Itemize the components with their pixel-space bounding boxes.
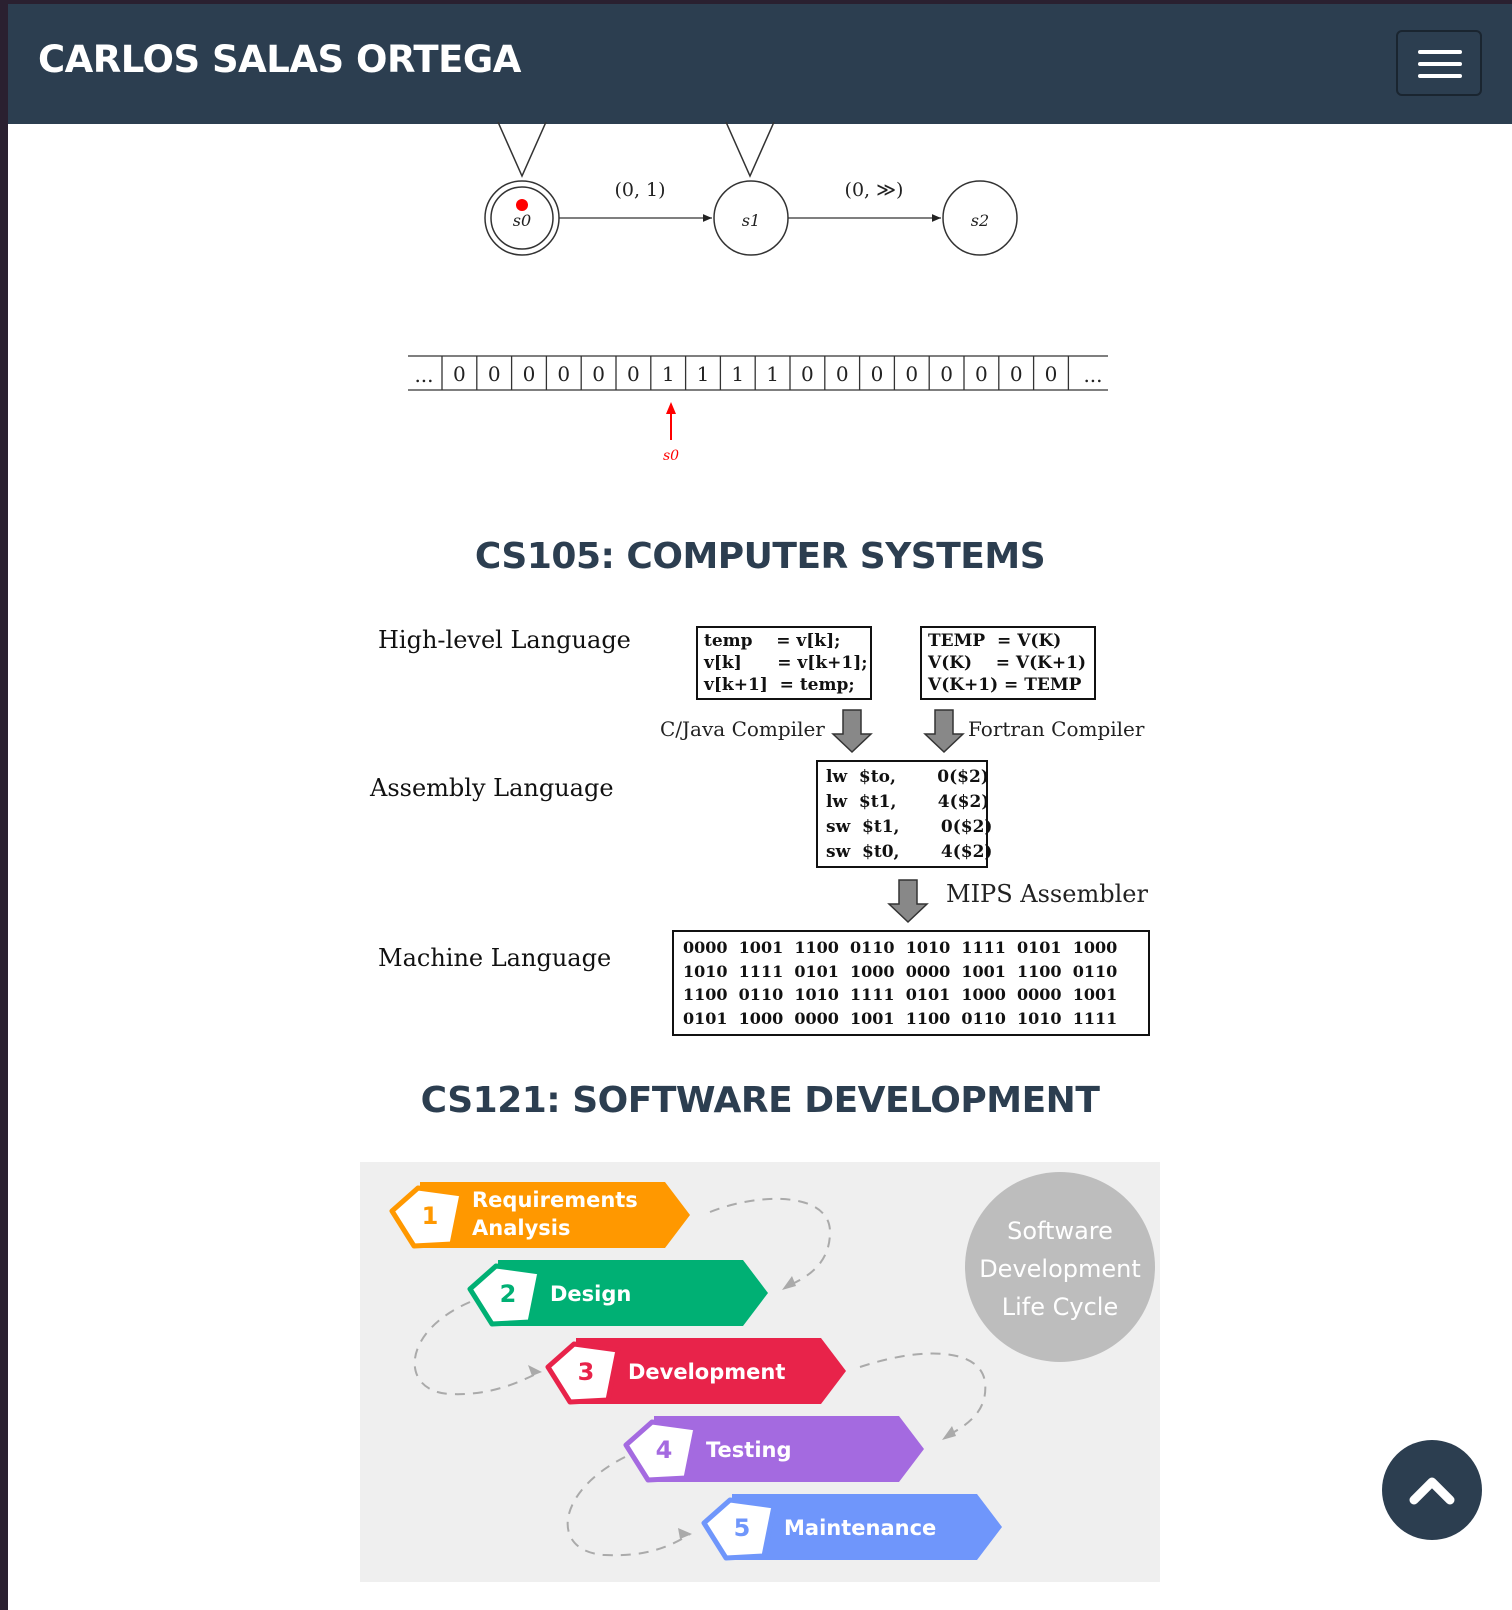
down-arrow-icon xyxy=(923,709,965,754)
tape-head-label: s0 xyxy=(663,448,679,464)
sdlc-diagram: 1 Requirements Analysis 2 Design 3 Development… xyxy=(360,1162,1160,1582)
sdlc-step-number: 2 xyxy=(500,1280,517,1308)
tape-cell: 0 xyxy=(905,362,918,386)
tape-cell: 0 xyxy=(453,362,466,386)
sdlc-step-number: 5 xyxy=(734,1514,751,1542)
tape-ellipsis-right: ... xyxy=(1083,363,1102,387)
state-s2: s2 xyxy=(942,180,1018,256)
sdlc-step-label: Design xyxy=(550,1282,631,1306)
sdlc-step-1: 1 Requirements Analysis xyxy=(389,1182,690,1249)
state-label: s2 xyxy=(971,211,989,230)
tape-ellipsis-left: ... xyxy=(414,363,433,387)
state-s1: s1 xyxy=(713,180,789,256)
tape-cell: 1 xyxy=(662,362,675,386)
edge-label: (0, 1) xyxy=(614,179,665,201)
tape-cells: 000000111100000000 xyxy=(441,356,1070,390)
level-label-machine: Machine Language xyxy=(378,944,612,972)
sdlc-step-5: 5 Maintenance xyxy=(701,1494,1002,1561)
tape-cell: 0 xyxy=(940,362,953,386)
automaton-diagram: s0 s1 s2 (0, 1) (0, ≫) xyxy=(484,122,1018,256)
sdlc-step-label: Requirements xyxy=(472,1188,638,1212)
tape-cell: 0 xyxy=(801,362,814,386)
c-compiler-label: C/Java Compiler xyxy=(660,717,825,741)
tape-cell: 0 xyxy=(975,362,988,386)
tape-cell: 0 xyxy=(1010,362,1023,386)
tape-cell: 0 xyxy=(557,362,570,386)
edge-label: (0, ≫) xyxy=(845,179,904,201)
turing-tape: ... ... 000000111100000000 s0 xyxy=(408,355,1108,464)
section-title-cs105: CS105: COMPUTER SYSTEMS xyxy=(474,536,1046,577)
code-line: v[k] = v[k+1]; xyxy=(704,653,868,673)
sdlc-step-number: 1 xyxy=(422,1202,439,1230)
sdlc-title-circle: Software Development Life Cycle xyxy=(965,1172,1155,1362)
tape-cell: 1 xyxy=(731,362,744,386)
code-line: V(K) = V(K+1) xyxy=(928,653,1087,673)
scroll-to-top-button[interactable] xyxy=(1382,1440,1482,1540)
chevron-up-icon xyxy=(1409,1477,1455,1505)
navbar: CARLOS SALAS ORTEGA xyxy=(8,4,1512,124)
tape-cell: 0 xyxy=(627,362,640,386)
mips-assembler-label: MIPS Assembler xyxy=(946,880,1148,908)
assembly-code-box: lw $to, 0($2) lw $t1, 4($2) sw $t1, 0($2… xyxy=(816,760,993,868)
machine-code-box: 0000 1001 1100 0110 1010 1111 0101 1000 … xyxy=(672,930,1150,1036)
code-line: 0000 1001 1100 0110 1010 1111 0101 1000 xyxy=(683,938,1118,957)
sdlc-step-2: 2 Design xyxy=(467,1260,768,1327)
sdlc-step-number: 4 xyxy=(656,1436,673,1464)
down-arrow-icon xyxy=(887,879,929,924)
tape-cell: 0 xyxy=(1045,362,1058,386)
code-line: 1010 1111 0101 1000 0000 1001 1100 0110 xyxy=(683,961,1118,981)
c-code-box: temp = v[k]; v[k] = v[k+1]; v[k+1] = tem… xyxy=(696,626,872,700)
level-label-assembly: Assembly Language xyxy=(370,774,614,802)
sdlc-circle-line: Life Cycle xyxy=(1002,1293,1118,1321)
tape-cell: 0 xyxy=(523,362,536,386)
self-loop-s1 xyxy=(725,122,775,178)
state-label: s0 xyxy=(513,211,531,230)
sdlc-circle-line: Development xyxy=(979,1255,1141,1283)
sdlc-step-number: 3 xyxy=(578,1358,595,1386)
state-s0: s0 xyxy=(484,180,560,256)
code-line: sw $t0, 4($2) xyxy=(826,842,993,862)
sdlc-step-label: Testing xyxy=(706,1438,792,1462)
down-arrow-icon xyxy=(831,709,873,754)
fortran-code-box: TEMP = V(K) V(K) = V(K+1) V(K+1) = TEMP xyxy=(920,626,1096,700)
tape-cell: 1 xyxy=(697,362,710,386)
code-line: sw $t1, 0($2) xyxy=(826,817,993,837)
sdlc-step-3: 3 Development xyxy=(545,1338,846,1405)
code-line: temp = v[k]; xyxy=(704,631,841,651)
sdlc-step-label: Maintenance xyxy=(784,1516,936,1540)
brand-title[interactable]: CARLOS SALAS ORTEGA xyxy=(38,38,521,81)
tape-cell: 0 xyxy=(592,362,605,386)
sdlc-graphic: 1 Requirements Analysis 2 Design 3 Development… xyxy=(389,1172,1155,1561)
fortran-compiler-label: Fortran Compiler xyxy=(968,717,1145,741)
code-line: lw $t1, 4($2) xyxy=(826,792,990,812)
self-loop-s0 xyxy=(497,122,547,178)
tape-cell: 0 xyxy=(871,362,884,386)
sdlc-step-4: 4 Testing xyxy=(623,1416,924,1483)
code-line: 1100 0110 1010 1111 0101 1000 0000 1001 xyxy=(683,985,1118,1004)
tape-cell: 0 xyxy=(488,362,501,386)
code-line: V(K+1) = TEMP xyxy=(928,675,1082,695)
code-line: lw $to, 0($2) xyxy=(826,767,989,787)
sdlc-step-label: Analysis xyxy=(472,1216,570,1240)
page: CARLOS SALAS ORTEGA s0 s1 s2 (0, 1) (0, … xyxy=(8,4,1512,1610)
tape-cell: 1 xyxy=(766,362,779,386)
code-line: 0101 1000 0000 1001 1100 0110 1010 1111 xyxy=(683,1008,1118,1028)
code-line: TEMP = V(K) xyxy=(928,631,1062,651)
level-label-high: High-level Language xyxy=(378,626,631,654)
tape-head-arrowhead xyxy=(666,402,676,414)
menu-toggle-button[interactable] xyxy=(1396,30,1482,96)
state-label: s1 xyxy=(742,211,760,230)
tape-cell: 0 xyxy=(836,362,849,386)
head-dot xyxy=(516,199,528,211)
sdlc-circle-line: Software xyxy=(1007,1217,1113,1245)
sdlc-step-label: Development xyxy=(628,1360,785,1384)
sdlc-steps: 1 Requirements Analysis 2 Design 3 Development… xyxy=(389,1182,1002,1561)
code-line: v[k+1] = temp; xyxy=(704,675,855,695)
section-title-cs121: CS121: SOFTWARE DEVELOPMENT xyxy=(420,1080,1100,1121)
